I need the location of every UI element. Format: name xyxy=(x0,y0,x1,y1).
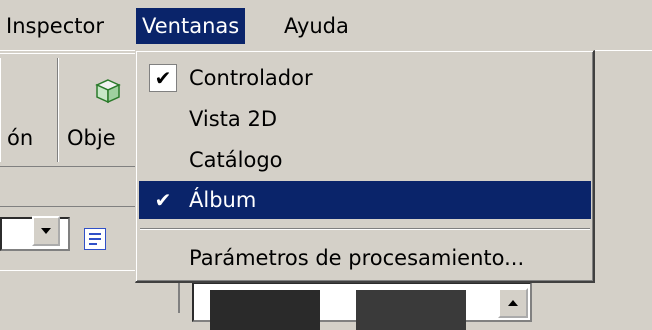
toolbar-button-label: ón xyxy=(7,126,34,150)
menu-item-vista-2d[interactable]: Vista 2D xyxy=(139,100,591,138)
checkmark-icon: ✔ xyxy=(154,188,172,212)
panel-header xyxy=(0,168,150,207)
menu-ayuda[interactable]: Ayuda xyxy=(278,8,355,44)
menu-item-label: Parámetros de procesamiento... xyxy=(189,246,525,270)
thumbnail-strip xyxy=(192,282,532,330)
ventanas-dropdown-menu: ✔ Controlador Vista 2D Catálogo ✔ Álbum … xyxy=(135,50,595,283)
menu-item-label: Catálogo xyxy=(189,148,283,172)
list-view-icon[interactable] xyxy=(84,228,106,250)
toolbar: ón Obje xyxy=(0,53,152,167)
thumbnail[interactable] xyxy=(356,290,466,330)
menu-item-label: Vista 2D xyxy=(189,107,277,131)
left-panel-bottom xyxy=(0,270,150,314)
thumbnail[interactable] xyxy=(210,290,320,330)
menu-item-parametros[interactable]: Parámetros de procesamiento... xyxy=(139,239,591,277)
chevron-down-icon xyxy=(41,228,51,234)
menubar: Inspector Ventanas Ayuda xyxy=(0,0,652,51)
chevron-up-icon xyxy=(508,300,518,306)
menu-inspector[interactable]: Inspector xyxy=(0,8,110,44)
menu-separator xyxy=(140,228,590,230)
menu-item-album[interactable]: ✔ Álbum xyxy=(139,181,591,219)
menu-ventanas[interactable]: Ventanas xyxy=(136,8,246,44)
checkmark-icon: ✔ xyxy=(149,64,177,92)
menu-item-controlador[interactable]: ✔ Controlador xyxy=(139,59,591,97)
cube-icon xyxy=(95,79,121,104)
menu-item-label: Controlador xyxy=(189,66,313,90)
combo-dropdown-button[interactable] xyxy=(32,216,60,246)
menu-item-label: Álbum xyxy=(189,188,257,212)
toolbar-button-partial[interactable]: ón xyxy=(0,58,58,162)
toolbar-button-label: Obje xyxy=(67,126,116,150)
scroll-up-button[interactable] xyxy=(498,288,528,318)
view-controls xyxy=(0,210,150,264)
menu-item-catalogo[interactable]: Catálogo xyxy=(139,141,591,179)
